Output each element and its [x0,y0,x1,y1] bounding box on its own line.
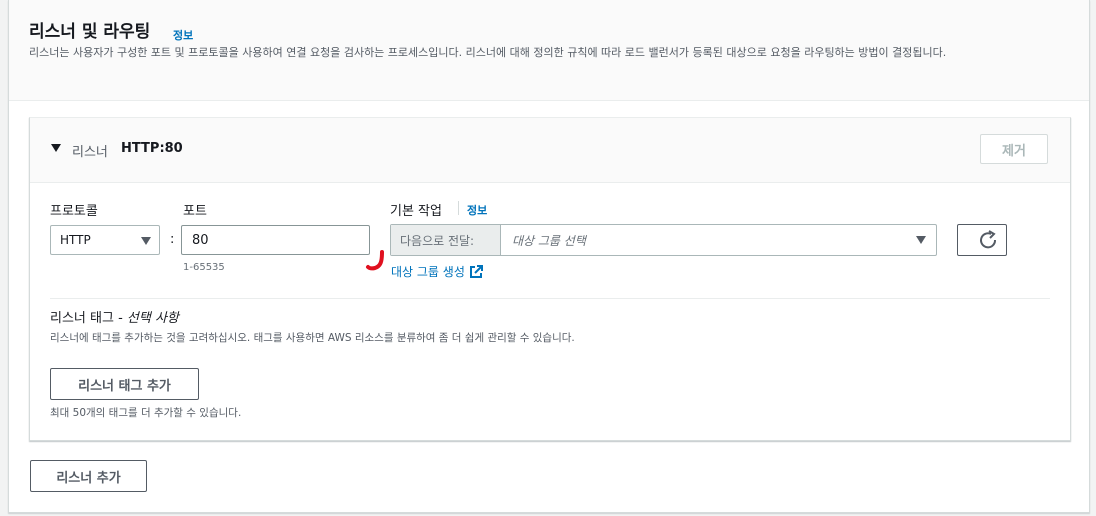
port-range-hint: 1-65535 [183,262,225,273]
default-action-label: 기본 작업 [390,204,442,219]
protocol-select[interactable]: HTTP [50,225,160,255]
section-divider [50,298,1050,299]
external-link-icon [469,264,483,278]
add-listener-tag-button[interactable]: 리스너 태그 추가 [50,368,199,400]
protocol-label: 프로토콜 [50,204,98,219]
listeners-routing-panel: 리스너 및 라우팅 정보 리스너는 사용자가 구성한 포트 및 프로토콜을 사용… [8,0,1090,513]
tag-limit-text: 최대 50개의 태그를 더 추가할 수 있습니다. [50,407,242,419]
label-divider [458,201,459,215]
target-group-placeholder: 대상 그룹 선택 [512,234,586,248]
protocol-value: HTTP [60,233,91,247]
listener-tags-description: 리스너에 태그를 추가하는 것을 고려하십시오. 태그를 사용하면 AWS 리소… [50,332,575,344]
create-target-group-link[interactable]: 대상 그룹 생성 [391,263,483,280]
listener-tags-title-main: 리스너 태그 - [50,311,127,326]
default-action-info-link[interactable]: 정보 [467,202,487,218]
protocol-port-separator: : [170,232,175,247]
panel-header: 리스너 및 라우팅 정보 리스너는 사용자가 구성한 포트 및 프로토콜을 사용… [9,0,1089,101]
target-group-select[interactable]: 다음으로 전달: 대상 그룹 선택 [390,224,937,256]
listener-label: 리스너 [72,145,108,160]
refresh-icon [980,230,997,249]
listener-protocol-port: HTTP:80 [121,141,183,156]
listener-tags-optional: 선택 사항 [126,311,179,326]
listener-card: 리스너 HTTP:80 제거 프로토콜 HTTP : 포트 1-65535 기본… [29,117,1071,441]
panel-description: 리스너는 사용자가 구성한 포트 및 프로토콜을 사용하여 연결 요청을 검사하… [29,46,947,59]
annotation-mark [366,250,384,271]
chevron-down-icon [141,237,151,245]
port-input[interactable] [181,225,370,255]
listener-header[interactable]: 리스너 HTTP:80 제거 [30,118,1070,183]
remove-button[interactable]: 제거 [980,134,1048,164]
chevron-down-icon [916,236,926,244]
refresh-button[interactable] [957,224,1007,256]
port-label: 포트 [183,204,207,219]
add-listener-button[interactable]: 리스너 추가 [30,460,147,492]
caret-down-icon[interactable] [51,144,61,152]
forward-to-prefix: 다음으로 전달: [391,225,501,255]
listener-tags-title: 리스너 태그 - 선택 사항 [50,307,179,326]
info-link[interactable]: 정보 [173,27,193,43]
create-target-group-label: 대상 그룹 생성 [391,265,465,279]
panel-title: 리스너 및 라우팅 [29,22,151,42]
